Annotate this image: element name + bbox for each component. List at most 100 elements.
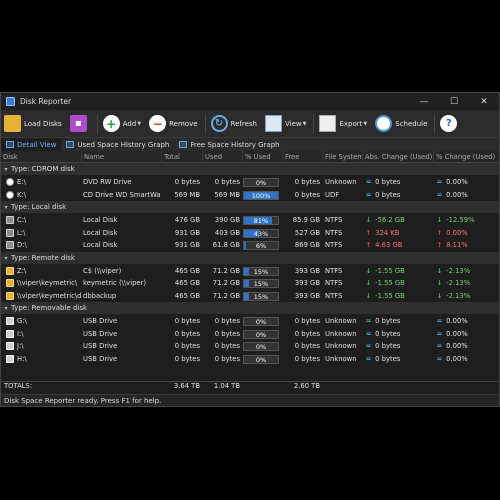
change-arrow-icon: ↓	[436, 291, 443, 300]
disk-path: L:\	[17, 228, 26, 237]
disk-total: 465 GB	[174, 291, 200, 300]
export-button[interactable]: Export ▼	[316, 112, 370, 136]
col-disk[interactable]: Disk	[1, 151, 81, 163]
collapse-icon[interactable]: ▾	[1, 164, 11, 176]
col-pct-change[interactable]: % Change (Used)	[433, 151, 499, 163]
col-abs-change[interactable]: Abs. Change (Used)	[362, 151, 433, 163]
disk-used: 0 bytes	[214, 317, 240, 325]
disk-total: 931 GB	[174, 241, 200, 249]
pct-change: 8.11%	[446, 241, 468, 249]
col-pct-used[interactable]: % Used	[242, 151, 282, 163]
col-name[interactable]: Name	[81, 151, 161, 163]
change-arrow-icon: =	[436, 178, 443, 186]
close-button[interactable]: ✕	[469, 93, 499, 110]
change-arrow-icon: =	[436, 317, 443, 325]
pct-used-bar: 15%	[243, 291, 279, 301]
disk-name: DVD RW Drive	[83, 178, 132, 186]
disk-row[interactable]: H:\ USB Drive 0 bytes 0 bytes 0% 0 bytes Unkno…	[1, 353, 499, 365]
tab-free-space-history[interactable]: Free Space History Graph	[174, 138, 284, 151]
disk-name: USB Drive	[83, 329, 118, 338]
pct-used-bar: 6%	[243, 241, 279, 250]
pct-used-bar: 0%	[243, 354, 279, 364]
change-arrow-icon: =	[365, 190, 372, 199]
change-arrow-icon: =	[365, 329, 372, 338]
change-arrow-icon: ↓	[436, 266, 443, 275]
disk-row[interactable]: L:\ Local Disk 931 GB 403 GB 43% 527 GB NTFS ↑ …	[1, 227, 499, 239]
disk-row[interactable]: G:\ USB Drive 0 bytes 0 bytes 0% 0 bytes Unkno…	[1, 315, 499, 327]
abs-change: 324 KB	[375, 228, 400, 237]
group-header[interactable]: ▾ Type: CDROM disk	[1, 163, 499, 175]
change-arrow-icon: ↓	[365, 266, 372, 275]
group-header[interactable]: ▾ Type: Local disk	[1, 201, 499, 213]
disk-row[interactable]: \\viper\keymetric\ keymetric (\\viper) 465…	[1, 277, 499, 289]
change-arrow-icon: =	[365, 317, 372, 325]
refresh-button[interactable]: ↻ Refresh	[208, 112, 260, 136]
disk-row[interactable]: K:\ CD Drive WD SmartWar... 569 MB 569 MB 10…	[1, 189, 499, 201]
schedule-button[interactable]: Schedule	[372, 112, 430, 136]
load-disks-button[interactable]: Load Disks	[1, 112, 65, 136]
add-button[interactable]: + Add ▼	[100, 112, 144, 136]
disk-row[interactable]: I:\ USB Drive 0 bytes 0 bytes 0% 0 bytes Unkno…	[1, 328, 499, 340]
totals-free: 2.60 TB	[293, 382, 320, 390]
view-button[interactable]: View ▼	[262, 112, 309, 136]
abs-change: -1.55 GB	[375, 291, 405, 300]
disk-free: 393 GB	[294, 291, 320, 300]
disk-free: 393 GB	[294, 279, 320, 287]
col-used[interactable]: Used	[202, 151, 242, 163]
network-folder-icon	[6, 279, 14, 287]
disk-name: Local Disk	[83, 241, 118, 249]
disk-path: C:\	[17, 216, 27, 224]
plus-icon: +	[102, 115, 120, 132]
usb-drive-icon	[6, 329, 14, 338]
col-file-system[interactable]: File System	[322, 151, 362, 163]
col-total[interactable]: Total	[161, 151, 202, 163]
tab-used-space-history[interactable]: Used Space History Graph	[61, 138, 174, 151]
minimize-button[interactable]: —	[409, 93, 439, 110]
local-disk-icon	[6, 216, 14, 224]
disk-total: 476 GB	[174, 216, 200, 224]
group-header[interactable]: ▾ Type: Remote disk	[1, 251, 499, 265]
disk-row[interactable]: C:\ Local Disk 476 GB 390 GB 81% 85.9 GB NTFS ↓…	[1, 214, 499, 226]
collapse-icon[interactable]: ▾	[1, 202, 11, 214]
totals-label: TOTALS:	[4, 382, 33, 390]
disk-row[interactable]: \\viper\keymetric\d... dbbackup 465 GB 71.2…	[1, 290, 499, 302]
pct-change: -12.59%	[446, 216, 475, 224]
minus-icon: −	[149, 115, 167, 132]
group-header[interactable]: ▾ Type: Removable disk	[1, 302, 499, 314]
help-button[interactable]: ?	[437, 112, 463, 136]
disk-free: 85.9 GB	[292, 216, 320, 224]
group-label: Type: Removable disk	[11, 304, 88, 312]
disk-path: \\viper\keymetric\	[17, 279, 78, 287]
disk-free: 393 GB	[294, 266, 320, 275]
save-button[interactable]: ▪	[67, 112, 93, 136]
pct-used-label: 100%	[251, 191, 271, 200]
change-arrow-icon: =	[436, 329, 443, 338]
disk-path: I:\	[17, 329, 24, 338]
disk-row[interactable]: J:\ USB Drive 0 bytes 0 bytes 0% 0 bytes Unkno…	[1, 340, 499, 352]
disk-row[interactable]: E:\ DVD RW Drive 0 bytes 0 bytes 0% 0 bytes Un…	[1, 176, 499, 188]
collapse-icon[interactable]: ▾	[1, 303, 11, 315]
disk-free: 869 GB	[294, 241, 320, 249]
disk-path: D:\	[17, 241, 27, 249]
local-disk-icon	[6, 228, 14, 237]
maximize-button[interactable]: ☐	[439, 93, 469, 110]
disk-total: 0 bytes	[174, 329, 200, 338]
disk-name: CD Drive WD SmartWar...	[83, 190, 161, 199]
chevron-down-icon: ▼	[302, 120, 307, 127]
pct-used-label: 15%	[253, 280, 269, 288]
pct-used-bar: 0%	[243, 178, 279, 187]
status-bar: Disk Space Reporter ready. Press F1 for …	[1, 394, 499, 406]
disk-row[interactable]: D:\ Local Disk 931 GB 61.8 GB 6% 869 GB NTFS ↑ …	[1, 239, 499, 251]
pct-change: 0.00%	[446, 190, 468, 199]
disk-free: 0 bytes	[294, 342, 320, 350]
disk-name: USB Drive	[83, 317, 118, 325]
disk-total: 0 bytes	[174, 317, 200, 325]
remove-button[interactable]: − Remove	[146, 112, 200, 136]
disk-row[interactable]: Z:\ C$ (\\viper) 465 GB 71.2 GB 15% 393 GB NTF…	[1, 265, 499, 277]
toolbar: Load Disks ▪ + Add ▼ − Remove ↻ Refresh V…	[1, 110, 499, 138]
col-free[interactable]: Free	[282, 151, 322, 163]
collapse-icon[interactable]: ▾	[1, 253, 11, 265]
tab-detail-view[interactable]: Detail View	[1, 138, 62, 151]
abs-change: 4.63 GB	[375, 241, 403, 249]
pct-change: -2.13%	[446, 266, 471, 275]
